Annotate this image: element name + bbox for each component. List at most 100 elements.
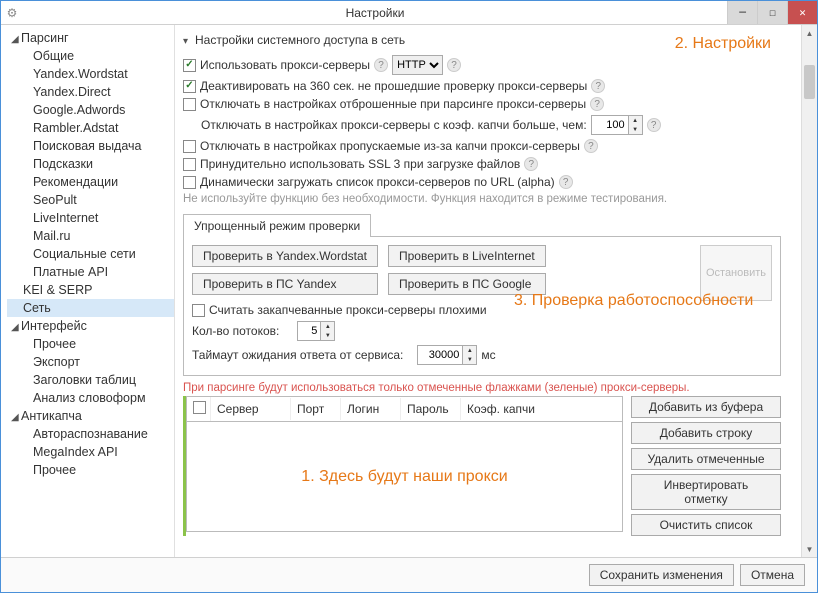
help-icon[interactable]: ? [647, 118, 661, 132]
disable-captcha-coef-label: Отключать в настройках прокси-серверы с … [201, 118, 587, 132]
col-port[interactable]: Порт [291, 398, 341, 420]
titlebar: ⚙ Настройки ─ ☐ ✕ [1, 1, 817, 25]
help-icon[interactable]: ? [591, 79, 605, 93]
vertical-scrollbar[interactable]: ▲ ▼ [801, 25, 817, 557]
dynamic-load-checkbox[interactable] [183, 176, 196, 189]
col-server[interactable]: Сервер [211, 398, 291, 420]
window-buttons: ─ ☐ ✕ [727, 1, 817, 24]
disable-rejected-checkbox[interactable] [183, 98, 196, 111]
maximize-button[interactable]: ☐ [757, 1, 787, 24]
delete-marked-button[interactable]: Удалить отмеченные [631, 448, 781, 470]
section-title[interactable]: ▾Настройки системного доступа в сеть [183, 31, 781, 53]
tree-item[interactable]: LiveInternet [7, 209, 174, 227]
spin-down-icon[interactable]: ▼ [629, 125, 642, 134]
spin-down-icon[interactable]: ▼ [463, 355, 476, 364]
spin-down-icon[interactable]: ▼ [321, 331, 334, 340]
col-login[interactable]: Логин [341, 398, 401, 420]
minimize-button[interactable]: ─ [727, 1, 757, 24]
help-icon[interactable]: ? [447, 58, 461, 72]
timeout-input[interactable] [418, 346, 462, 364]
coef-stepper[interactable]: ▲▼ [591, 115, 643, 135]
help-icon[interactable]: ? [584, 139, 598, 153]
tree-item[interactable]: Прочее [7, 335, 174, 353]
tree-item[interactable]: Yandex.Wordstat [7, 65, 174, 83]
cancel-button[interactable]: Отмена [740, 564, 805, 586]
check-mode-tab[interactable]: Упрощенный режим проверки [183, 214, 371, 237]
add-row-button[interactable]: Добавить строку [631, 422, 781, 444]
scroll-thumb[interactable] [804, 65, 815, 99]
check-wordstat-button[interactable]: Проверить в Yandex.Wordstat [192, 245, 378, 267]
spin-up-icon[interactable]: ▲ [463, 346, 476, 355]
threads-stepper[interactable]: ▲▼ [297, 321, 335, 341]
table-header: Сервер Порт Логин Пароль Коэф. капчи [186, 396, 623, 422]
col-coef[interactable]: Коэф. капчи [461, 398, 622, 420]
timeout-unit: мс [481, 348, 495, 362]
tree-item[interactable]: Yandex.Direct [7, 83, 174, 101]
coef-input[interactable] [592, 116, 628, 134]
scroll-up-icon[interactable]: ▲ [802, 25, 817, 41]
tree-item[interactable]: Подсказки [7, 155, 174, 173]
tree-group-parsing[interactable]: ◢Парсинг [7, 29, 174, 47]
tree-item[interactable]: Rambler.Adstat [7, 119, 174, 137]
invert-selection-button[interactable]: Инвертировать отметку [631, 474, 781, 510]
check-ps-google-button[interactable]: Проверить в ПС Google [388, 273, 546, 295]
tree-item[interactable]: Автораспознавание [7, 425, 174, 443]
bottom-bar: Сохранить изменения Отмена [1, 557, 817, 592]
tree-item[interactable]: SeoPult [7, 191, 174, 209]
gear-icon: ⚙ [1, 6, 23, 20]
tree-group-kei[interactable]: KEI & SERP [7, 281, 174, 299]
stop-button[interactable]: Остановить [700, 245, 772, 301]
force-ssl3-checkbox[interactable] [183, 158, 196, 171]
close-button[interactable]: ✕ [787, 1, 817, 24]
check-ps-yandex-button[interactable]: Проверить в ПС Yandex [192, 273, 378, 295]
help-icon[interactable]: ? [524, 157, 538, 171]
tree-item[interactable]: Социальные сети [7, 245, 174, 263]
scroll-down-icon[interactable]: ▼ [802, 541, 817, 557]
tree-group-interface[interactable]: ◢Интерфейс [7, 317, 174, 335]
tree-item-network[interactable]: Сеть [7, 299, 174, 317]
help-icon[interactable]: ? [374, 58, 388, 72]
deactivate-360-checkbox[interactable] [183, 80, 196, 93]
disable-skipped-checkbox[interactable] [183, 140, 196, 153]
tree-item[interactable]: Заголовки таблиц [7, 371, 174, 389]
tree-item[interactable]: Mail.ru [7, 227, 174, 245]
threads-label: Кол-во потоков: [192, 324, 279, 338]
use-proxy-checkbox[interactable] [183, 59, 196, 72]
threads-input[interactable] [298, 322, 320, 340]
proxy-type-select[interactable]: HTTP [392, 55, 443, 75]
content-area: ◢Парсинг Общие Yandex.Wordstat Yandex.Di… [1, 25, 817, 557]
check-liveinternet-button[interactable]: Проверить в LiveInternet [388, 245, 546, 267]
tree-item[interactable]: Прочее [7, 461, 174, 479]
tree-item[interactable]: Google.Adwords [7, 101, 174, 119]
deactivate-360-label: Деактивировать на 360 сек. не прошедшие … [200, 79, 587, 93]
save-button[interactable]: Сохранить изменения [589, 564, 734, 586]
clear-list-button[interactable]: Очистить список [631, 514, 781, 536]
spin-up-icon[interactable]: ▲ [321, 322, 334, 331]
section-title-text: Настройки системного доступа в сеть [195, 33, 405, 47]
help-icon[interactable]: ? [559, 175, 573, 189]
tree-item[interactable]: Анализ словоформ [7, 389, 174, 407]
main-panel: 2. Настройки ▾Настройки системного досту… [175, 25, 801, 557]
table-body: 1. Здесь будут наши прокси [186, 422, 623, 532]
help-icon[interactable]: ? [590, 97, 604, 111]
annotation-1: 1. Здесь будут наши прокси [301, 468, 507, 486]
spin-up-icon[interactable]: ▲ [629, 116, 642, 125]
tree-item[interactable]: Экспорт [7, 353, 174, 371]
col-password[interactable]: Пароль [401, 398, 461, 420]
sidebar-tree: ◢Парсинг Общие Yandex.Wordstat Yandex.Di… [1, 25, 175, 557]
add-from-buffer-button[interactable]: Добавить из буфера [631, 396, 781, 418]
count-bad-label: Считать закапчеванные прокси-серверы пло… [209, 303, 487, 317]
timeout-stepper[interactable]: ▲▼ [417, 345, 477, 365]
window-title: Настройки [23, 6, 727, 20]
dynamic-load-label: Динамически загружать список прокси-серв… [200, 175, 555, 189]
tree-item[interactable]: MegaIndex API [7, 443, 174, 461]
tree-item[interactable]: Платные API [7, 263, 174, 281]
tree-item[interactable]: Рекомендации [7, 173, 174, 191]
tree-group-anticaptcha[interactable]: ◢Антикапча [7, 407, 174, 425]
tree-item[interactable]: Общие [7, 47, 174, 65]
tree-group-label: Антикапча [21, 409, 82, 423]
table-side-buttons: Добавить из буфера Добавить строку Удали… [631, 396, 781, 536]
select-all-checkbox[interactable] [193, 401, 206, 414]
count-bad-checkbox[interactable] [192, 304, 205, 317]
tree-item[interactable]: Поисковая выдача [7, 137, 174, 155]
